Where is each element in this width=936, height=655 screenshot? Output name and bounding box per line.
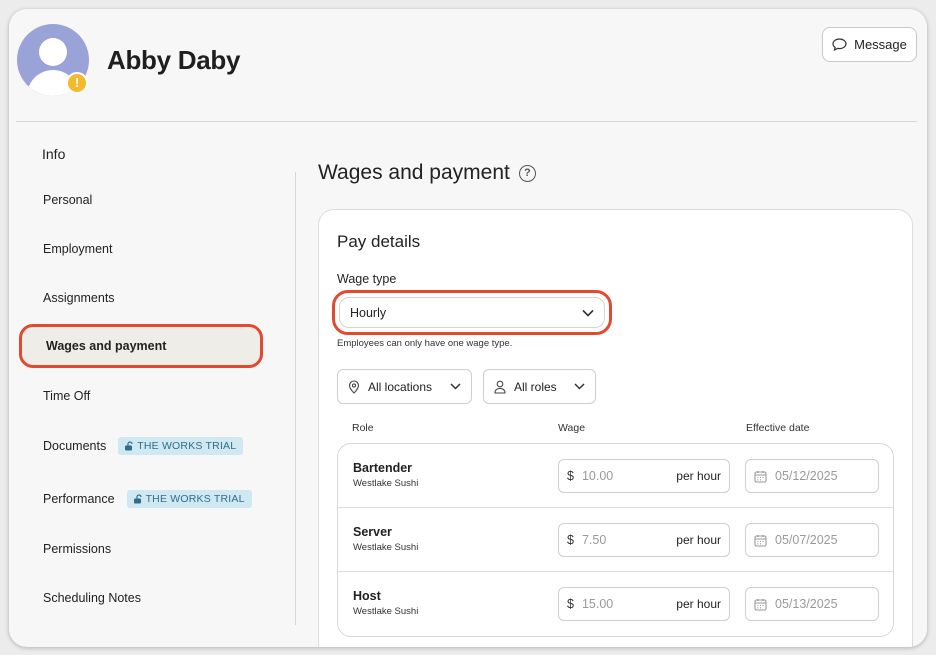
column-header-wage: Wage [558, 422, 586, 434]
chat-bubble-icon [832, 38, 847, 51]
wage-type-hint: Employees can only have one wage type. [337, 338, 513, 349]
role-location: Westlake Sushi [353, 606, 419, 617]
role-name: Bartender [353, 461, 413, 475]
sidebar-item-assignments[interactable]: Assignments [43, 288, 115, 308]
message-button[interactable]: Message [822, 27, 917, 62]
message-button-label: Message [854, 37, 907, 52]
wage-type-value: Hourly [350, 305, 387, 320]
calendar-icon [754, 470, 767, 483]
effective-date-input[interactable]: 05/12/2025 [745, 459, 879, 493]
calendar-icon [754, 534, 767, 547]
role-location: Westlake Sushi [353, 542, 419, 553]
role-name: Server [353, 525, 392, 539]
table-row: Bartender Westlake Sushi $ 10.00 per hou… [338, 444, 893, 508]
sidebar-item-permissions[interactable]: Permissions [43, 539, 111, 559]
role-location: Westlake Sushi [353, 478, 419, 489]
warning-icon: ! [66, 72, 88, 94]
chevron-down-icon [450, 383, 461, 390]
wage-input[interactable]: $ 15.00 per hour [558, 587, 730, 621]
unlock-icon [133, 494, 142, 504]
sidebar-item-performance[interactable]: Performance THE WORKS TRIAL [43, 489, 252, 509]
sidebar-item-time-off[interactable]: Time Off [43, 386, 90, 406]
wage-input[interactable]: $ 10.00 per hour [558, 459, 730, 493]
sidebar-divider [295, 172, 296, 625]
unlock-icon [125, 441, 133, 451]
chevron-down-icon [582, 309, 594, 317]
locations-filter[interactable]: All locations [337, 369, 472, 404]
location-pin-icon [348, 379, 360, 394]
column-header-role: Role [352, 422, 374, 434]
person-icon [494, 380, 506, 394]
wage-type-highlight: Hourly [332, 290, 612, 335]
sidebar-item-employment[interactable]: Employment [43, 239, 112, 259]
sidebar-item-documents[interactable]: Documents THE WORKS TRIAL [43, 436, 244, 456]
page-title: Wages and payment ? [318, 161, 536, 185]
pay-details-card: Pay details Wage type Hourly Employees c… [318, 209, 913, 647]
sidebar-heading: Info [42, 146, 66, 162]
sidebar-item-wages-and-payment[interactable]: Wages and payment [19, 324, 263, 368]
chevron-down-icon [574, 383, 585, 390]
pay-details-title: Pay details [337, 232, 421, 251]
employee-name: Abby Daby [107, 45, 241, 75]
table-row: Server Westlake Sushi $ 7.50 per hour 05… [338, 508, 893, 572]
effective-date-input[interactable]: 05/07/2025 [745, 523, 879, 557]
role-name: Host [353, 589, 381, 603]
sidebar-item-scheduling-notes[interactable]: Scheduling Notes [43, 588, 141, 608]
roles-filter[interactable]: All roles [483, 369, 596, 404]
roles-wage-table: Bartender Westlake Sushi $ 10.00 per hou… [337, 443, 894, 637]
wage-input[interactable]: $ 7.50 per hour [558, 523, 730, 557]
employee-profile-window: ! Abby Daby Message Info Personal Employ… [9, 9, 927, 647]
sidebar-item-personal[interactable]: Personal [43, 190, 92, 210]
help-icon[interactable]: ? [518, 164, 536, 182]
wage-type-select[interactable]: Hourly [339, 297, 605, 328]
column-header-effective-date: Effective date [746, 422, 810, 434]
header-divider [16, 121, 917, 122]
wage-type-label: Wage type [337, 272, 397, 286]
trial-badge: THE WORKS TRIAL [118, 437, 244, 455]
effective-date-input[interactable]: 05/13/2025 [745, 587, 879, 621]
trial-badge: THE WORKS TRIAL [126, 490, 252, 508]
calendar-icon [754, 598, 767, 611]
table-row: Host Westlake Sushi $ 15.00 per hour 05/… [338, 572, 893, 636]
